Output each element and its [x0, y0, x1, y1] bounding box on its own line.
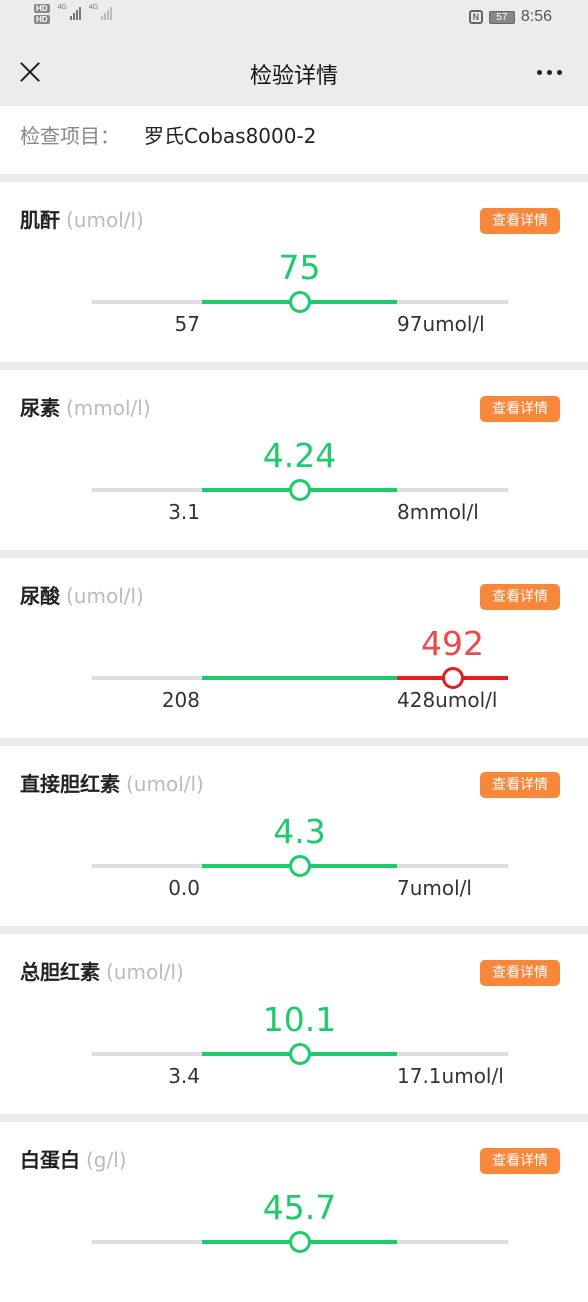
test-card: 白蛋白 (g/l) 查看详情 45.7: [0, 1122, 588, 1302]
test-value: 10.1: [262, 1000, 337, 1039]
battery-icon: 57: [488, 10, 515, 24]
range-low: 57: [174, 312, 200, 336]
status-right: N 57 8:56: [468, 8, 552, 26]
signal-icon: 4G: [88, 4, 113, 20]
range-high: 97umol/l: [397, 312, 485, 336]
range-meter: 4.3 0.0 7umol/l: [0, 746, 588, 926]
project-value: 罗氏Cobas8000-2: [144, 124, 317, 148]
signal-icon: 4G: [58, 4, 81, 20]
test-card: 总胆红素 (umol/l) 查看详情 10.1 3.4 17.1umol/l: [0, 934, 588, 1114]
value-marker: [441, 667, 464, 689]
value-marker: [288, 291, 311, 313]
range-low: 3.1: [168, 500, 200, 524]
test-value: 75: [278, 248, 321, 287]
project-label: 检查项目：: [20, 124, 120, 148]
value-marker: [288, 479, 311, 501]
normal-range-bar: [202, 676, 397, 680]
value-marker: [288, 1043, 311, 1065]
range-high: 8mmol/l: [397, 500, 479, 524]
network-type: 4G: [57, 4, 67, 11]
range-high: 7umol/l: [397, 876, 472, 900]
range-meter: 10.1 3.4 17.1umol/l: [0, 934, 588, 1114]
hd-badge: HD: [34, 4, 50, 13]
range-low: 208: [161, 688, 200, 712]
nav-bar: 检验详情: [0, 36, 588, 106]
test-card: 尿素 (mmol/l) 查看详情 4.24 3.1 8mmol/l: [0, 370, 588, 550]
network-indicators: HD HD 4G 4G: [34, 4, 113, 24]
test-card: 直接胆红素 (umol/l) 查看详情 4.3 0.0 7umol/l: [0, 746, 588, 926]
more-icon[interactable]: [537, 70, 562, 75]
page-title: 检验详情: [249, 64, 338, 89]
nfc-icon: N: [468, 10, 483, 24]
range-meter: 75 57 97umol/l: [0, 182, 588, 362]
test-value: 45.7: [262, 1188, 337, 1227]
range-low: 3.4: [168, 1064, 200, 1088]
value-marker: [288, 1231, 311, 1253]
network-type: 4G: [88, 4, 99, 11]
clock: 8:56: [520, 8, 552, 25]
range-meter: 4.24 3.1 8mmol/l: [0, 370, 588, 550]
status-bar: HD HD 4G 4G N 57 8:56: [0, 0, 588, 36]
range-high: 428umol/l: [397, 688, 498, 712]
test-list: 肌酐 (umol/l) 查看详情 75 57 97umol/l 尿素 (mmol/l…: [0, 182, 588, 1302]
range-high: 17.1umol/l: [397, 1064, 504, 1088]
value-marker: [288, 855, 311, 877]
project-row: 检查项目： 罗氏Cobas8000-2: [0, 106, 588, 174]
hd-badge: HD: [34, 15, 50, 24]
test-card: 尿酸 (umol/l) 查看详情 492 208 428umol/l: [0, 558, 588, 738]
range-meter: 45.7: [0, 1122, 588, 1302]
range-meter: 492 208 428umol/l: [0, 558, 588, 738]
test-value: 4.24: [262, 436, 337, 475]
test-value: 4.3: [273, 812, 326, 851]
range-low: 0.0: [168, 876, 200, 900]
test-value: 492: [421, 624, 484, 663]
test-card: 肌酐 (umol/l) 查看详情 75 57 97umol/l: [0, 182, 588, 362]
